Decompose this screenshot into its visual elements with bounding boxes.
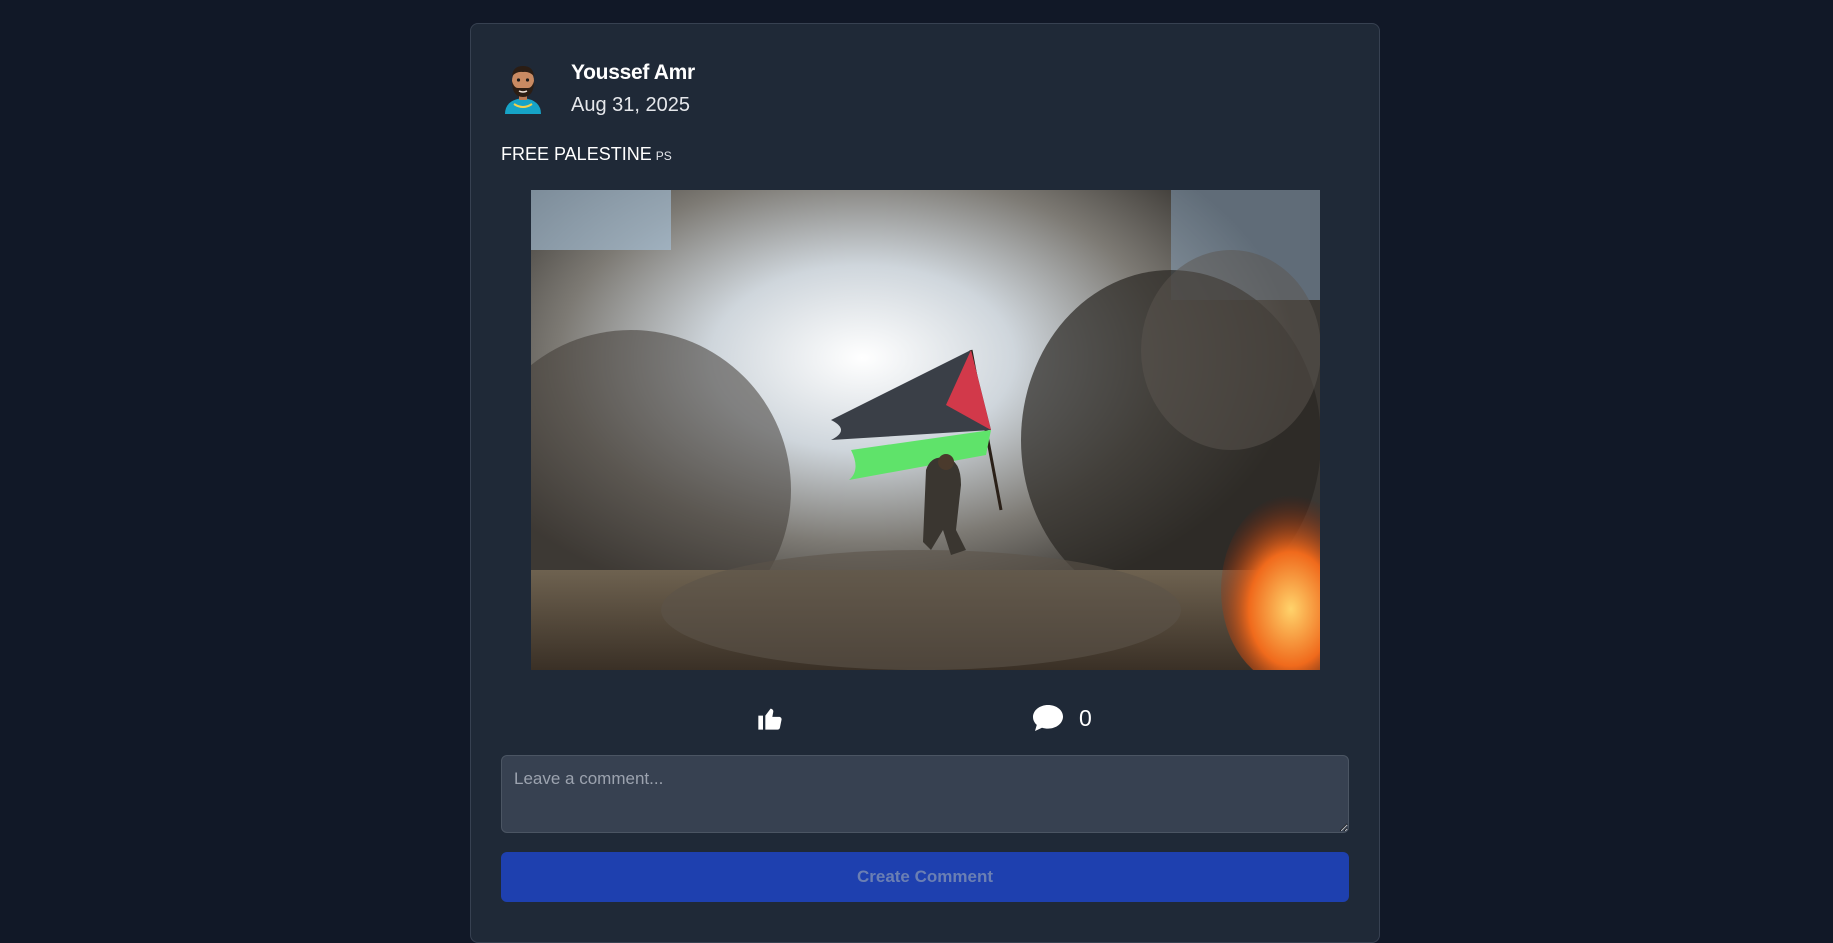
comment-bubble-icon bbox=[1033, 705, 1063, 731]
avatar[interactable] bbox=[501, 64, 545, 114]
post-body: FREE PALESTINE bbox=[501, 144, 652, 164]
author-name[interactable]: Youssef Amr bbox=[571, 60, 695, 86]
post-card: Youssef Amr Aug 31, 2025 FREE PALESTINE P… bbox=[470, 23, 1380, 943]
post-date: Aug 31, 2025 bbox=[571, 94, 690, 116]
post-text: FREE PALESTINE PS bbox=[501, 144, 672, 165]
comment-button[interactable]: 0 bbox=[1031, 702, 1092, 734]
author-block: Youssef Amr Aug 31, 2025 bbox=[571, 60, 695, 118]
flag-emoji: PS bbox=[655, 149, 672, 163]
thumbs-up-icon bbox=[758, 708, 782, 730]
comment-input[interactable] bbox=[501, 755, 1349, 833]
comment-count: 0 bbox=[1079, 705, 1092, 731]
post-image[interactable] bbox=[531, 190, 1320, 670]
create-comment-button[interactable]: Create Comment bbox=[501, 852, 1349, 902]
like-button[interactable] bbox=[754, 702, 786, 734]
post-header: Youssef Amr Aug 31, 2025 bbox=[501, 60, 695, 118]
post-actions: 0 bbox=[471, 700, 1381, 740]
photo-flag-smoke-icon bbox=[531, 190, 1320, 670]
memoji-avatar-icon bbox=[505, 66, 541, 114]
